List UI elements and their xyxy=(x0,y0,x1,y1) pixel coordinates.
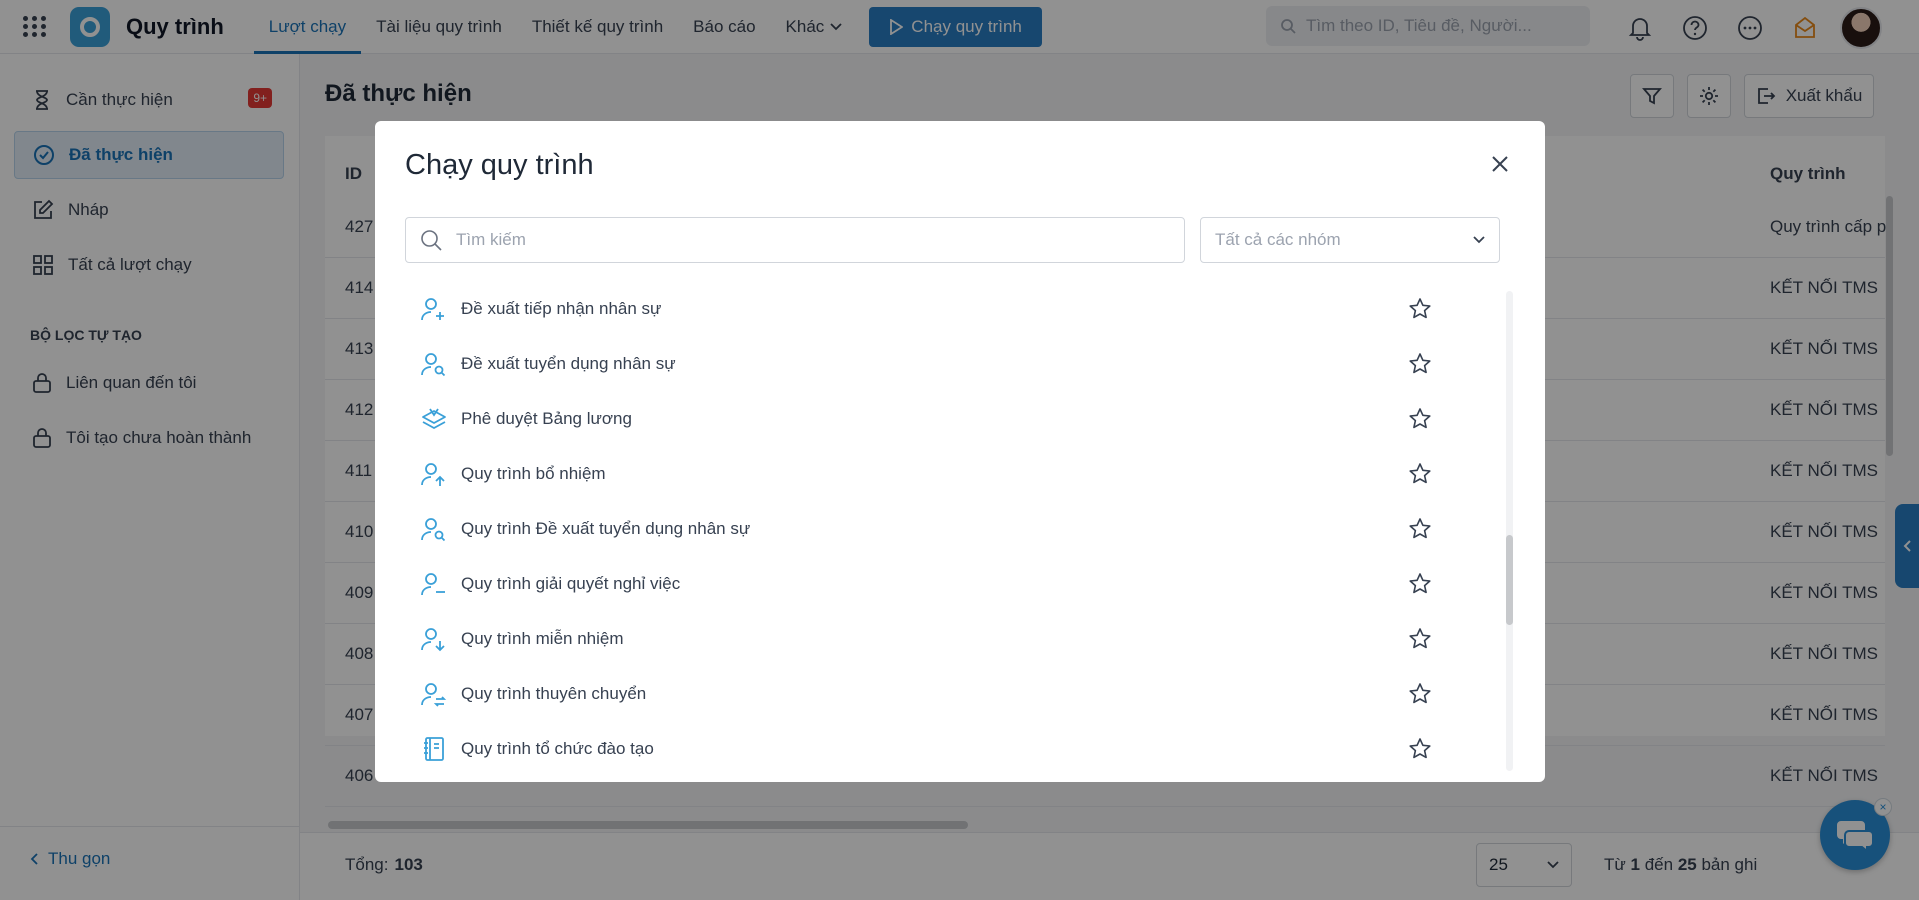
process-list: Đề xuất tiếp nhận nhân sự Đề xuất tuyển … xyxy=(405,281,1495,761)
list-item[interactable]: Quy trình tổ chức đào tạo xyxy=(405,721,1465,761)
star-icon[interactable] xyxy=(1405,679,1435,709)
dialog-title: Chạy quy trình xyxy=(405,149,594,181)
payroll-icon xyxy=(419,404,449,434)
list-item[interactable]: Quy trình miễn nhiệm xyxy=(405,611,1465,666)
process-label: Quy trình Đề xuất tuyển dụng nhân sự xyxy=(461,518,751,538)
user-up-icon xyxy=(419,459,449,489)
search-icon xyxy=(421,230,442,251)
process-label: Quy trình bổ nhiệm xyxy=(461,463,606,483)
process-label: Đề xuất tiếp nhận nhân sự xyxy=(461,298,662,318)
group-select[interactable]: Tất cả các nhóm xyxy=(1200,217,1500,263)
user-transfer-icon xyxy=(419,679,449,709)
process-label: Quy trình tổ chức đào tạo xyxy=(461,738,654,758)
list-item[interactable]: Phê duyệt Bảng lương xyxy=(405,391,1465,446)
search-input[interactable] xyxy=(456,230,1136,250)
list-item[interactable]: Đề xuất tuyển dụng nhân sự xyxy=(405,336,1465,391)
list-item[interactable]: Đề xuất tiếp nhận nhân sự xyxy=(405,281,1465,336)
star-icon[interactable] xyxy=(1405,569,1435,599)
close-icon[interactable] xyxy=(1487,151,1513,177)
star-icon[interactable] xyxy=(1405,514,1435,544)
list-item[interactable]: Quy trình giải quyết nghỉ việc xyxy=(405,556,1465,611)
star-icon[interactable] xyxy=(1405,404,1435,434)
list-item[interactable]: Quy trình bổ nhiệm xyxy=(405,446,1465,501)
chevron-down-icon xyxy=(1473,236,1485,244)
process-label: Quy trình miễn nhiệm xyxy=(461,628,624,648)
process-label: Quy trình giải quyết nghỉ việc xyxy=(461,573,681,593)
list-item[interactable]: Quy trình Đề xuất tuyển dụng nhân sự xyxy=(405,501,1465,556)
star-icon[interactable] xyxy=(1405,349,1435,379)
dialog-scroll-track xyxy=(1506,291,1513,771)
run-process-dialog: Chạy quy trình Tất cả các nhóm Đề xuất t… xyxy=(375,121,1545,782)
user-search-icon xyxy=(419,514,449,544)
group-select-value: Tất cả các nhóm xyxy=(1215,230,1341,249)
star-icon[interactable] xyxy=(1405,294,1435,324)
star-icon[interactable] xyxy=(1405,459,1435,489)
process-label: Phê duyệt Bảng lương xyxy=(461,408,632,428)
user-minus-icon xyxy=(419,569,449,599)
dialog-scrollbar[interactable] xyxy=(1506,535,1513,625)
process-label: Đề xuất tuyển dụng nhân sự xyxy=(461,353,676,373)
book-icon xyxy=(419,734,449,762)
user-down-icon xyxy=(419,624,449,654)
user-search-icon xyxy=(419,349,449,379)
process-label: Quy trình thuyên chuyển xyxy=(461,683,647,703)
user-plus-icon xyxy=(419,294,449,324)
dialog-search[interactable] xyxy=(405,217,1185,263)
star-icon[interactable] xyxy=(1405,734,1435,761)
list-item[interactable]: Quy trình thuyên chuyển xyxy=(405,666,1465,721)
star-icon[interactable] xyxy=(1405,624,1435,654)
